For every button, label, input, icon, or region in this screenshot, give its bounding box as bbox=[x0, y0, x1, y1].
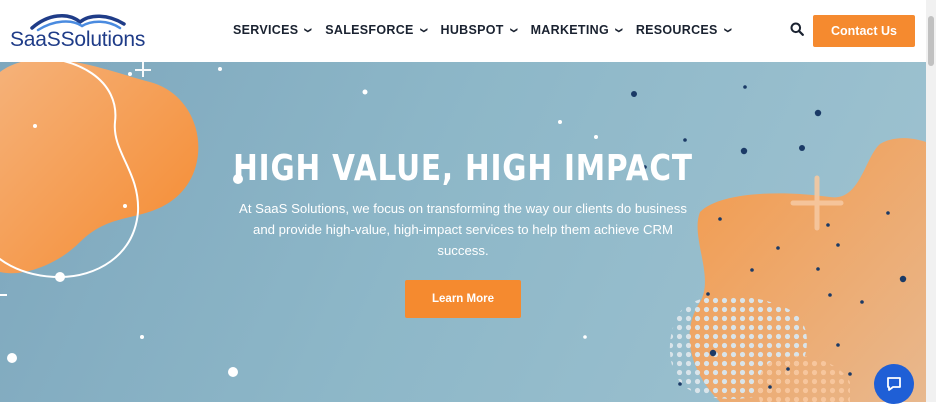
nav-item-resources[interactable]: RESOURCES ❯ bbox=[636, 23, 732, 37]
chat-widget-button[interactable] bbox=[874, 364, 914, 404]
nav-item-label: MARKETING bbox=[530, 23, 609, 37]
nav-item-label: SERVICES bbox=[233, 23, 299, 37]
chat-icon bbox=[887, 377, 901, 391]
learn-more-button[interactable]: Learn More bbox=[405, 280, 521, 318]
contact-us-button[interactable]: Contact Us bbox=[813, 15, 915, 47]
scrollbar-thumb[interactable] bbox=[928, 16, 934, 66]
nav-item-label: HUBSPOT bbox=[440, 23, 504, 37]
nav-item-services[interactable]: SERVICES ❯ bbox=[233, 23, 313, 37]
chevron-down-icon: ❯ bbox=[419, 26, 428, 34]
logo-text: SaaSSolutions bbox=[10, 28, 146, 51]
nav-item-marketing[interactable]: MARKETING ❯ bbox=[530, 23, 624, 37]
logo[interactable]: SaaSSolutions bbox=[10, 10, 145, 54]
main-nav: SERVICES ❯ SALESFORCE ❯ HUBSPOT ❯ MARKET… bbox=[233, 23, 745, 37]
hero-subtitle: At SaaS Solutions, we focus on transform… bbox=[239, 201, 687, 258]
hero-title: HIGH VALUE, HIGH IMPACT bbox=[233, 148, 693, 189]
nav-item-label: RESOURCES bbox=[635, 23, 718, 37]
hero-section: HIGH VALUE, HIGH IMPACT At SaaS Solution… bbox=[0, 62, 926, 402]
chevron-down-icon: ❯ bbox=[724, 26, 733, 34]
nav-item-hubspot[interactable]: HUBSPOT ❯ bbox=[440, 23, 519, 37]
nav-item-label: SALESFORCE bbox=[325, 23, 414, 37]
chevron-down-icon: ❯ bbox=[510, 26, 519, 34]
chevron-down-icon: ❯ bbox=[304, 26, 313, 34]
nav-item-salesforce[interactable]: SALESFORCE ❯ bbox=[325, 23, 428, 37]
page-scrollbar[interactable] bbox=[926, 0, 936, 402]
site-header: SaaSSolutions SERVICES ❯ SALESFORCE ❯ HU… bbox=[0, 0, 926, 62]
search-icon[interactable] bbox=[790, 22, 804, 36]
chevron-down-icon: ❯ bbox=[615, 26, 624, 34]
